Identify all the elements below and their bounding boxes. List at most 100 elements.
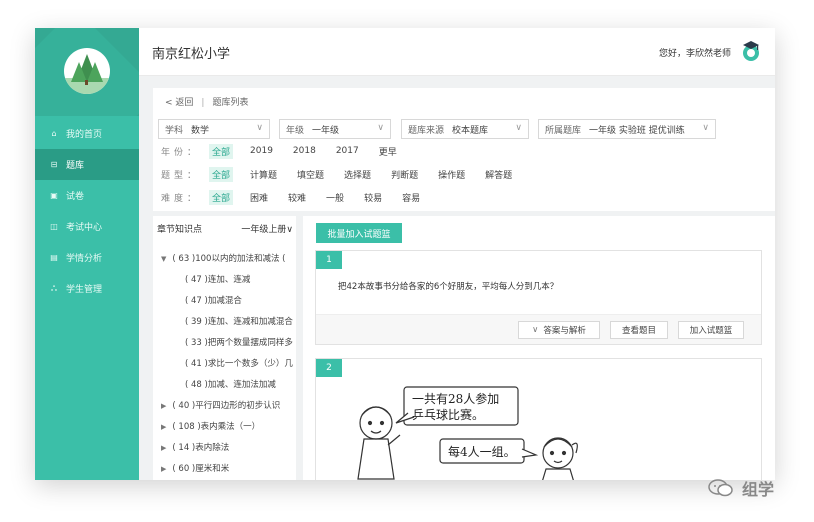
question-text: 把42本故事书分给各家的6个好朋友，平均每人分到几本？ xyxy=(338,282,559,292)
sidebar-item-label: 题库 xyxy=(66,161,85,171)
sidebar: ⌂ 我的首页 ⊟ 题库 ▣ 试卷 ◫ 考试中心 ▤ 学情分析 ஃ 学生管理 xyxy=(35,28,139,480)
question-card: 1 把42本故事书分给各家的6个好朋友，平均每人分到几本？ ∨ 答案与解析 查看题… xyxy=(315,250,762,345)
bookmark-icon: ⊟ xyxy=(50,160,58,169)
bubble-text-2: 每4人一组。 xyxy=(448,444,516,459)
filter-option[interactable]: 全部 xyxy=(209,143,234,159)
filter-option[interactable]: 更早 xyxy=(376,144,400,159)
tree-node[interactable]: ▶ ( 108 )表内乘法（一） xyxy=(161,420,291,432)
question-list: 批量加入试题篮 1 把42本故事书分给各家的6个好朋友，平均每人分到几本？ ∨ 答… xyxy=(303,216,775,480)
analytics-icon: ▤ xyxy=(50,253,58,262)
tree-node[interactable]: ▶ ( 14 )表内除法 xyxy=(161,441,291,453)
tree-node[interactable]: ▶ ( 40 )平行四边形的初步认识 xyxy=(161,399,291,411)
question-card: 2 一共有28人参加 乒乓球比赛。 每4人一组。 xyxy=(315,358,762,480)
question-illustration: 一共有28人参加 乒乓球比赛。 每4人一组。 xyxy=(357,386,578,480)
breadcrumb: < 返回 | 题库列表 xyxy=(165,98,249,108)
filter-option[interactable]: 困难 xyxy=(247,190,271,205)
filter-option[interactable]: 全部 xyxy=(209,189,234,205)
filter-option[interactable]: 容易 xyxy=(399,190,423,205)
tree-node-label: ( 108 )表内乘法（一） xyxy=(172,422,261,432)
sidebar-item-label: 学生管理 xyxy=(66,285,103,295)
tree-node-label: ( 41 )求比一个数多（少）几 xyxy=(185,359,293,369)
filter-option[interactable]: 较难 xyxy=(285,190,309,205)
filter-option[interactable]: 2017 xyxy=(333,145,362,157)
tree-node-label: ( 47 )连加、连减 xyxy=(185,275,251,285)
sidebar-item-book[interactable]: ▣ 试卷 xyxy=(35,180,139,211)
answer-analysis-button[interactable]: ∨ 答案与解析 xyxy=(518,321,600,339)
tree-node[interactable]: ( 39 )连加、连减和加减混合 xyxy=(185,315,293,327)
book-icon: ▣ xyxy=(50,191,58,200)
users-icon: ஃ xyxy=(50,283,58,293)
tree-node-label: ( 48 )加减、连加法加减 xyxy=(185,380,276,390)
tree-node[interactable]: ( 48 )加减、连加法加减 xyxy=(185,378,293,390)
caret-down-icon[interactable]: ▼ xyxy=(161,255,166,263)
tree-node[interactable]: ( 47 )连加、连减 xyxy=(185,273,293,285)
tree-node-label: ( 40 )平行四边形的初步认识 xyxy=(172,401,281,411)
chevron-down-icon: ∨ xyxy=(702,123,709,133)
caret-right-icon[interactable]: ▶ xyxy=(161,465,166,473)
filter-option[interactable]: 操作题 xyxy=(435,167,468,182)
tree-node[interactable]: ( 41 )求比一个数多（少）几 xyxy=(185,357,293,369)
sidebar-item-analytics[interactable]: ▤ 学情分析 xyxy=(35,242,139,273)
tree-node[interactable]: ( 47 )加减混合 xyxy=(185,294,293,306)
bubble-text-line2: 乒乓球比赛。 xyxy=(412,407,484,422)
exam-icon: ◫ xyxy=(50,222,58,231)
chapter-tree: 章节知识点 一年级上册∨ ▼ ( 63 )100以内的加法和减法 (( 47 )连… xyxy=(153,216,296,480)
filter-panel: < 返回 | 题库列表 学科 数学 ∨ 年级 一年级 ∨ 题库来源 校本题库 ∨ 所… xyxy=(153,88,775,211)
tree-node[interactable]: ▶ ( 60 )厘米和米 xyxy=(161,462,291,474)
bank-select[interactable]: 所属题库 一年级 实验班 提优训练 ∨ xyxy=(538,119,716,139)
filter-option[interactable]: 填空题 xyxy=(294,167,327,182)
batch-add-button[interactable]: 批量加入试题篮 xyxy=(316,223,402,243)
volume-select[interactable]: 一年级上册∨ xyxy=(241,222,293,235)
user-greeting: 您好，李欣然老师 xyxy=(658,49,731,59)
caret-right-icon[interactable]: ▶ xyxy=(161,444,166,452)
view-question-button[interactable]: 查看题目 xyxy=(610,321,668,339)
sidebar-item-users[interactable]: ஃ 学生管理 xyxy=(35,273,139,304)
filter-option[interactable]: 解答题 xyxy=(482,167,515,182)
difficulty-filter: 难度： 全部 困难 较难 一般 较易 容易 xyxy=(161,188,437,206)
subject-select[interactable]: 学科 数学 ∨ xyxy=(158,119,270,139)
sidebar-item-label: 考试中心 xyxy=(66,223,103,233)
wechat-icon xyxy=(708,479,733,497)
filter-option[interactable]: 2019 xyxy=(247,145,276,157)
breadcrumb-current: 题库列表 xyxy=(212,98,249,108)
sidebar-item-exam[interactable]: ◫ 考试中心 xyxy=(35,211,139,242)
question-number: 2 xyxy=(316,359,342,377)
filter-label: 题型： xyxy=(161,170,201,181)
tree-node[interactable]: ( 33 )把两个数量摆成同样多 xyxy=(185,336,293,348)
sidebar-item-label: 我的首页 xyxy=(66,130,103,140)
sidebar-item-home[interactable]: ⌂ 我的首页 xyxy=(35,118,139,149)
user-avatar-icon[interactable] xyxy=(739,39,763,63)
chevron-down-icon: ∨ xyxy=(515,123,522,133)
chevron-down-icon: ∨ xyxy=(256,123,263,133)
filter-option[interactable]: 判断题 xyxy=(388,167,421,182)
filter-option[interactable]: 全部 xyxy=(209,166,234,182)
header: 南京红松小学 您好，李欣然老师 xyxy=(139,28,775,76)
watermark: 组学 xyxy=(708,476,774,500)
filter-option[interactable]: 计算题 xyxy=(247,167,280,182)
year-filter: 年份： 全部 2019 2018 2017 更早 xyxy=(161,142,414,160)
school-logo xyxy=(64,48,110,94)
tree-node-label: ( 14 )表内除法 xyxy=(172,443,230,453)
filter-option[interactable]: 选择题 xyxy=(341,167,374,182)
question-actions: ∨ 答案与解析 查看题目 加入试题篮 xyxy=(316,314,761,344)
grade-select[interactable]: 年级 一年级 ∨ xyxy=(279,119,391,139)
filter-label: 难度： xyxy=(161,193,201,204)
back-link[interactable]: < 返回 xyxy=(165,98,193,108)
filter-label: 年份： xyxy=(161,147,201,158)
sidebar-item-bookmark[interactable]: ⊟ 题库 xyxy=(35,149,139,180)
sidebar-item-label: 学情分析 xyxy=(66,254,103,264)
tree-node[interactable]: ▼ ( 63 )100以内的加法和减法 ( xyxy=(161,252,291,264)
add-to-basket-button[interactable]: 加入试题篮 xyxy=(678,321,744,339)
page-title: 南京红松小学 xyxy=(152,47,231,62)
caret-right-icon[interactable]: ▶ xyxy=(161,402,166,410)
tree-node-label: ( 63 )100以内的加法和减法 ( xyxy=(172,254,286,264)
tree-node-label: ( 39 )连加、连减和加减混合 xyxy=(185,317,293,327)
filter-option[interactable]: 较易 xyxy=(361,190,385,205)
source-select[interactable]: 题库来源 校本题库 ∨ xyxy=(401,119,529,139)
sidebar-nav: ⌂ 我的首页 ⊟ 题库 ▣ 试卷 ◫ 考试中心 ▤ 学情分析 ஃ 学生管理 xyxy=(35,118,139,304)
tree-node-label: ( 60 )厘米和米 xyxy=(172,464,230,474)
sidebar-item-label: 试卷 xyxy=(66,192,85,202)
filter-option[interactable]: 2018 xyxy=(290,145,319,157)
caret-right-icon[interactable]: ▶ xyxy=(161,423,166,431)
filter-option[interactable]: 一般 xyxy=(323,190,347,205)
